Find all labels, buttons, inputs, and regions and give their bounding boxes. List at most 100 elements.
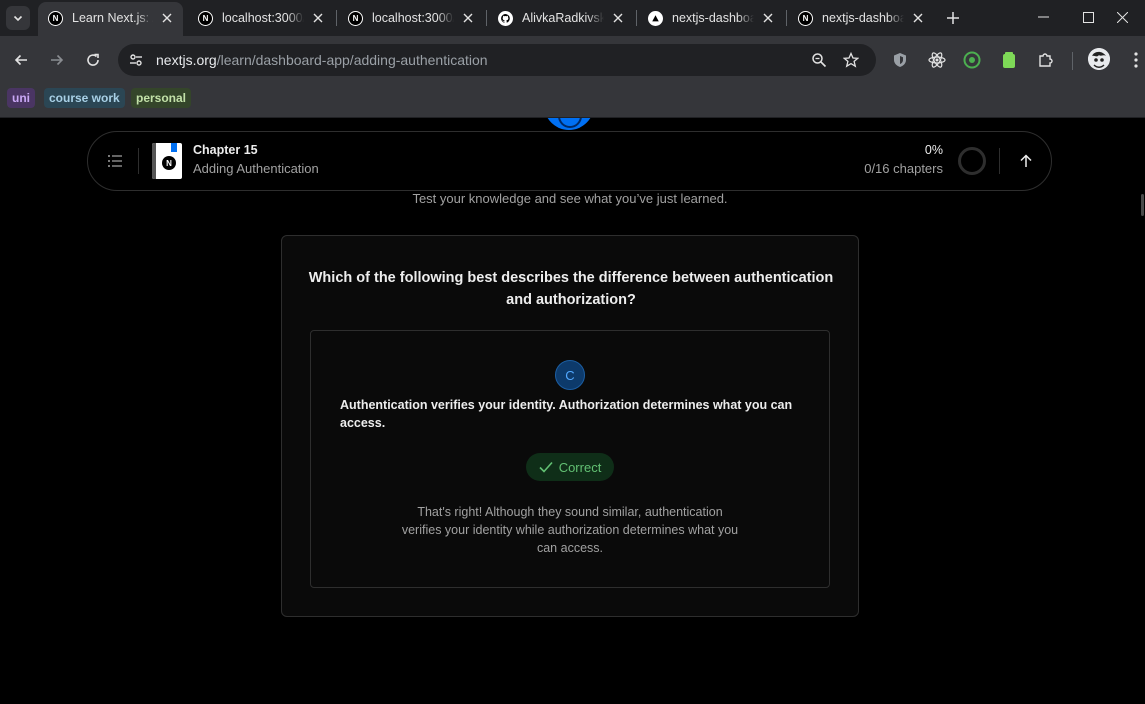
close-icon[interactable] xyxy=(610,10,626,26)
zoom-button[interactable] xyxy=(808,49,830,71)
chapter-progress-bar: N Chapter 15 Adding Authentication 0% 0/… xyxy=(87,131,1052,191)
reload-button[interactable] xyxy=(81,48,105,72)
star-icon xyxy=(843,52,859,68)
bookmark-label: personal xyxy=(136,91,187,105)
quiz-intro: Test your knowledge and see what you’ve … xyxy=(412,191,728,206)
browser-menu-button[interactable] xyxy=(1125,49,1145,71)
tab-separator xyxy=(486,10,487,26)
list-icon xyxy=(108,155,122,167)
puzzle-icon xyxy=(1039,53,1053,67)
tab-vercel-dashboard[interactable]: nextjs-dashboa xyxy=(638,4,784,32)
chapter-list-button[interactable] xyxy=(104,150,126,172)
close-icon[interactable] xyxy=(460,10,476,26)
tab-title: nextjs-dashboa xyxy=(672,11,754,25)
back-button[interactable] xyxy=(9,48,33,72)
chevron-down-icon xyxy=(13,15,23,22)
bookmark-personal[interactable]: personal xyxy=(131,88,192,108)
nextjs-icon: N xyxy=(798,10,813,26)
url-text: nextjs.org/learn/dashboard-app/adding-au… xyxy=(156,52,488,68)
divider xyxy=(999,148,1000,174)
browser-toolbar: nextjs.org/learn/dashboard-app/adding-au… xyxy=(0,36,1145,84)
answer-explanation: That's right! Although they sound simila… xyxy=(401,505,739,555)
tab-title: AlivkaRadkivsk xyxy=(522,11,604,25)
minimize-button[interactable] xyxy=(1020,0,1066,34)
tab-separator xyxy=(636,10,637,26)
progress-ring xyxy=(958,147,986,175)
correct-badge: Correct xyxy=(526,453,614,481)
quiz-question: Which of the following best describes th… xyxy=(308,270,834,308)
nextjs-icon: N xyxy=(48,10,63,26)
nextjs-icon: N xyxy=(348,10,363,26)
profile-avatar[interactable] xyxy=(1088,48,1110,70)
tab-separator xyxy=(336,10,337,26)
progress-percent: 0% xyxy=(924,143,943,157)
toolbar-separator xyxy=(1072,52,1073,70)
address-bar[interactable]: nextjs.org/learn/dashboard-app/adding-au… xyxy=(118,44,876,76)
progress-count: 0/16 chapters xyxy=(864,161,943,176)
zoom-icon xyxy=(812,53,827,68)
extension-shield[interactable] xyxy=(889,49,911,71)
bookmark-course-work[interactable]: course work xyxy=(44,88,125,108)
scroll-to-top-button[interactable] xyxy=(1015,150,1037,172)
reload-icon xyxy=(87,53,99,66)
scrollbar-thumb[interactable] xyxy=(1141,194,1144,216)
tab-github[interactable]: AlivkaRadkivsk xyxy=(488,4,634,32)
divider xyxy=(138,148,139,174)
arrow-up-icon xyxy=(1020,154,1032,167)
bookmark-label: uni xyxy=(12,91,30,105)
extensions-button[interactable] xyxy=(1035,49,1057,71)
minimize-icon xyxy=(1037,16,1049,18)
react-icon xyxy=(928,52,946,68)
close-icon[interactable] xyxy=(310,10,326,26)
page-viewport: N Chapter 15 Adding Authentication 0% 0/… xyxy=(0,118,1145,704)
tab-separator xyxy=(786,10,787,26)
tab-localhost-1[interactable]: N localhost:3000/ xyxy=(188,4,334,32)
forward-button[interactable] xyxy=(45,48,69,72)
tab-title: Learn Next.js: A xyxy=(72,11,153,25)
bookmark-label: course work xyxy=(49,91,120,105)
tab-nextjs-dashboard[interactable]: N nextjs-dashboa xyxy=(788,4,934,32)
bookmark-uni[interactable]: uni xyxy=(7,88,35,108)
quiz-card: Which of the following best describes th… xyxy=(281,235,859,617)
tab-strip: N Learn Next.js: A N localhost:3000/ N l… xyxy=(0,0,1145,36)
site-info-button[interactable] xyxy=(124,48,148,72)
url-host: nextjs.org xyxy=(156,52,217,68)
battery-icon xyxy=(1003,52,1015,68)
extension-react-devtools[interactable] xyxy=(926,49,948,71)
plus-icon xyxy=(947,12,959,24)
github-icon xyxy=(498,10,513,26)
correct-label: Correct xyxy=(558,459,602,475)
bookmark-star-button[interactable] xyxy=(840,49,862,71)
url-path: /learn/dashboard-app/adding-authenticati… xyxy=(216,52,488,68)
new-tab-button[interactable] xyxy=(942,7,964,29)
close-icon[interactable] xyxy=(910,10,926,26)
shield-icon xyxy=(894,53,906,67)
close-icon xyxy=(1116,11,1128,23)
arrow-right-icon xyxy=(51,54,64,66)
nextjs-icon: N xyxy=(198,10,213,26)
answer-card: C Authentication verifies your identity.… xyxy=(310,330,830,588)
avatar-icon xyxy=(1088,48,1110,70)
extension-target[interactable] xyxy=(961,49,983,71)
page-scrollbar[interactable] xyxy=(1141,118,1145,704)
tab-learn-nextjs[interactable]: N Learn Next.js: A xyxy=(38,2,183,36)
tab-title: localhost:3000/ xyxy=(222,11,304,25)
more-vertical-icon xyxy=(1134,52,1138,68)
tab-title: nextjs-dashboa xyxy=(822,11,904,25)
chapter-title: Adding Authentication xyxy=(193,161,319,176)
answer-letter-badge: C xyxy=(555,360,585,390)
chapter-book-icon: N xyxy=(152,143,182,179)
close-icon[interactable] xyxy=(159,10,175,26)
window-close-button[interactable] xyxy=(1099,0,1145,34)
close-icon[interactable] xyxy=(760,10,776,26)
check-icon xyxy=(539,461,553,473)
answer-text: Authentication verifies your identity. A… xyxy=(340,398,793,430)
tab-search-button[interactable] xyxy=(6,6,30,30)
vercel-icon xyxy=(648,10,663,26)
bookmarks-bar: uni course work personal xyxy=(0,84,1145,118)
arrow-left-icon xyxy=(14,54,27,66)
maximize-icon xyxy=(1082,11,1094,23)
tab-localhost-2[interactable]: N localhost:3000/ xyxy=(338,4,484,32)
extension-battery[interactable] xyxy=(998,49,1020,71)
chapter-number: Chapter 15 xyxy=(193,143,258,157)
